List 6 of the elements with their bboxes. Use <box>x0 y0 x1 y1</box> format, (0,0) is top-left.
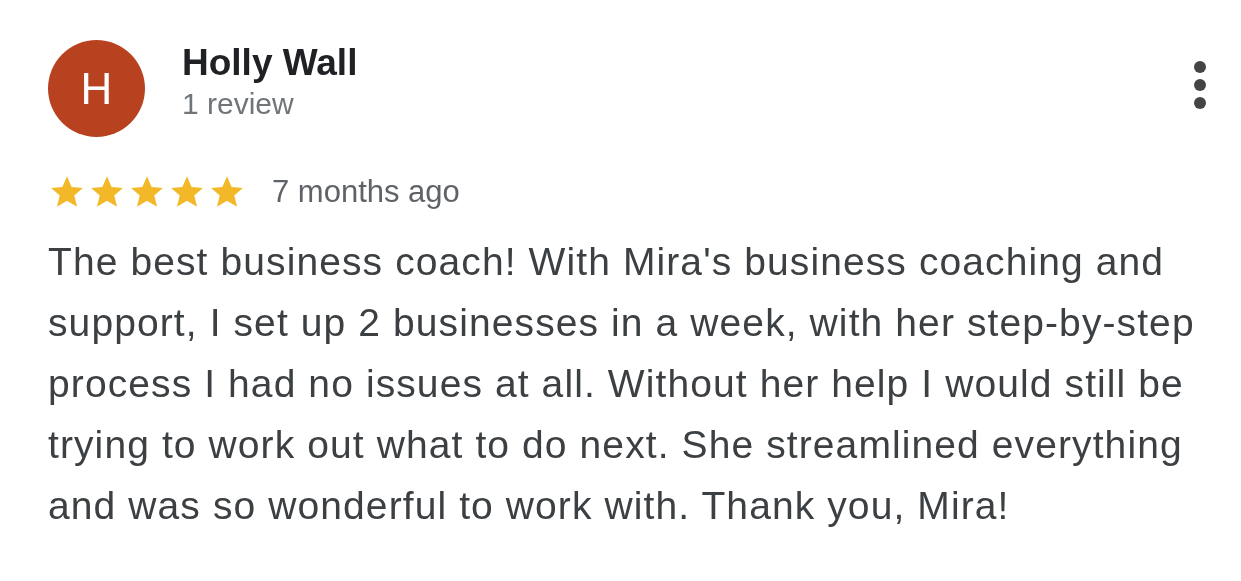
review-time: 7 months ago <box>272 174 460 210</box>
more-options-icon[interactable] <box>1193 60 1207 110</box>
review-text: The best business coach! With Mira's business coaching and support, I set up 2 businesses in a week, with her step-by-step process I had no issues at all. Without her help I would still be trying to work out what to do next. She streamlined everything and was so wonderful to work with. Thank you, Mira! <box>48 239 1196 529</box>
avatar: H <box>48 40 145 137</box>
author-name[interactable]: Holly Wall <box>182 42 1193 85</box>
review-count: 1 review <box>182 86 295 121</box>
